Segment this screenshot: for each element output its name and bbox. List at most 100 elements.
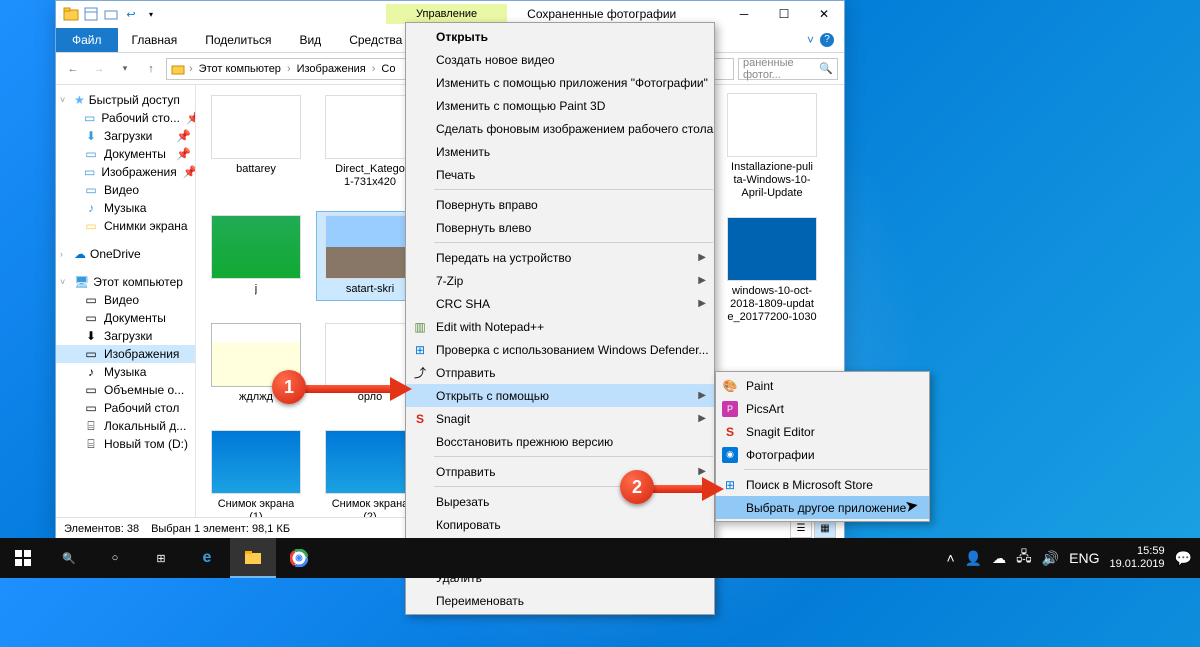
annotation-arrow-1 <box>305 385 393 393</box>
nav-desktop[interactable]: ▭Рабочий сто...📌 <box>56 109 195 127</box>
file-item[interactable]: Снимок экрана (1) <box>202 426 310 517</box>
nav-back-button[interactable]: ← <box>62 58 84 80</box>
explorer-button[interactable] <box>230 538 276 578</box>
nav-pc-documents[interactable]: ▭Документы <box>56 309 195 327</box>
nav-screenshots[interactable]: ▭Снимки экрана <box>56 217 195 235</box>
submenu-photos[interactable]: ◉Фотографии <box>716 443 929 466</box>
search-input[interactable]: раненные фотог... 🔍 <box>738 58 838 80</box>
status-count: Элементов: 38 <box>64 523 139 535</box>
menu-restore[interactable]: Восстановить прежнюю версию <box>406 430 714 453</box>
search-button[interactable]: 🔍 <box>46 538 92 578</box>
contextual-tab[interactable]: Управление <box>386 4 507 24</box>
menu-7zip[interactable]: 7-Zip▶ <box>406 269 714 292</box>
file-item[interactable]: windows-10-oct- 2018-1809-updat e_201772… <box>718 213 826 329</box>
window-title: Сохраненные фотографии <box>527 7 676 21</box>
file-item[interactable]: battarey <box>202 91 310 193</box>
tray-chevron-icon[interactable]: ˄ <box>946 550 954 566</box>
breadcrumb-pictures[interactable]: Изображения <box>295 63 368 75</box>
menu-copy[interactable]: Копировать <box>406 513 714 536</box>
menu-open-with[interactable]: Открыть с помощью▶ <box>406 384 714 407</box>
tray-clock[interactable]: 15:59 19.01.2019 <box>1110 545 1165 571</box>
nav-music[interactable]: ♪Музыка <box>56 199 195 217</box>
menu-notepad[interactable]: ▥Edit with Notepad++ <box>406 315 714 338</box>
notepad-icon: ▥ <box>412 319 428 335</box>
menu-new-video[interactable]: Создать новое видео <box>406 48 714 71</box>
menu-rename[interactable]: Переименовать <box>406 589 714 612</box>
ribbon-help-icon[interactable]: ? <box>820 33 834 47</box>
nav-pc-3dobjects[interactable]: ▭Объемные о... <box>56 381 195 399</box>
view-icons-button[interactable]: ▦ <box>814 520 836 538</box>
breadcrumb-thispc[interactable]: Этот компьютер <box>197 63 283 75</box>
nav-pc-pictures[interactable]: ▭Изображения <box>56 345 195 363</box>
nav-pictures[interactable]: ▭Изображения📌 <box>56 163 195 181</box>
nav-downloads[interactable]: ⬇Загрузки📌 <box>56 127 195 145</box>
menu-crc[interactable]: CRC SHA▶ <box>406 292 714 315</box>
submenu-picsart[interactable]: PPicsArt <box>716 397 929 420</box>
nav-pc-downloads[interactable]: ⬇Загрузки <box>56 327 195 345</box>
nav-forward-button[interactable]: → <box>88 58 110 80</box>
cortana-button[interactable]: ○ <box>92 538 138 578</box>
close-button[interactable]: ✕ <box>804 1 844 27</box>
qat-newfolder-icon[interactable] <box>102 5 120 23</box>
menu-set-wallpaper[interactable]: Сделать фоновым изображением рабочего ст… <box>406 117 714 140</box>
tray-network-icon[interactable]: 🖧 <box>1016 546 1032 570</box>
qat-dropdown-icon[interactable]: ▾ <box>142 5 160 23</box>
tray-volume-icon[interactable]: 🔊 <box>1042 550 1059 567</box>
nav-thispc[interactable]: ˅🖥Этот компьютер <box>56 273 195 291</box>
menu-share[interactable]: ⤴Отправить <box>406 361 714 384</box>
nav-pc-music[interactable]: ♪Музыка <box>56 363 195 381</box>
nav-pc-desktop[interactable]: ▭Рабочий стол <box>56 399 195 417</box>
maximize-button[interactable]: ☐ <box>764 1 804 27</box>
share-icon: ⤴ <box>412 365 428 381</box>
menu-edit-photos[interactable]: Изменить с помощью приложения "Фотографи… <box>406 71 714 94</box>
nav-recent-button[interactable]: ▾ <box>114 58 136 80</box>
edge-button[interactable]: e <box>184 538 230 578</box>
nav-pc-videos[interactable]: ▭Видео <box>56 291 195 309</box>
qat-properties-icon[interactable] <box>82 5 100 23</box>
nav-pc-localdisk[interactable]: ⌸Локальный д... <box>56 417 195 435</box>
nav-videos[interactable]: ▭Видео <box>56 181 195 199</box>
file-item[interactable]: Installazione-puli ta-Windows-10- April-… <box>718 89 826 205</box>
start-button[interactable] <box>0 538 46 578</box>
tray-people-icon[interactable]: 👤 <box>965 550 982 567</box>
ribbon-file[interactable]: Файл <box>56 28 118 52</box>
nav-onedrive[interactable]: ›☁OneDrive <box>56 245 195 263</box>
submenu-choose-app[interactable]: Выбрать другое приложение <box>716 496 929 519</box>
nav-quick-access[interactable]: ˅★Быстрый доступ <box>56 91 195 109</box>
menu-print[interactable]: Печать <box>406 163 714 186</box>
menu-defender[interactable]: ⊞Проверка с использованием Windows Defen… <box>406 338 714 361</box>
tray-onedrive-icon[interactable]: ☁ <box>992 550 1006 567</box>
menu-cut[interactable]: Вырезать <box>406 490 714 513</box>
submenu-paint[interactable]: 🎨Paint <box>716 374 929 397</box>
menu-edit[interactable]: Изменить <box>406 140 714 163</box>
menu-cast[interactable]: Передать на устройство▶ <box>406 246 714 269</box>
view-details-button[interactable]: ☰ <box>790 520 812 538</box>
menu-edit-paint3d[interactable]: Изменить с помощью Paint 3D <box>406 94 714 117</box>
nav-documents[interactable]: ▭Документы📌 <box>56 145 195 163</box>
nav-pc-newvolume[interactable]: ⌸Новый том (D:) <box>56 435 195 453</box>
file-item[interactable]: j <box>202 211 310 300</box>
menu-open[interactable]: Открыть <box>406 25 714 48</box>
qat-undo-icon[interactable]: ↩ <box>122 5 140 23</box>
chrome-button[interactable] <box>276 538 322 578</box>
menu-send-to[interactable]: Отправить▶ <box>406 460 714 483</box>
ribbon-expand-icon[interactable]: ˅ <box>807 33 814 47</box>
breadcrumb-folder[interactable]: Со <box>379 63 397 75</box>
nav-up-button[interactable]: ↑ <box>140 58 162 80</box>
annotation-arrowhead-2 <box>702 477 724 501</box>
menu-snagit[interactable]: SSnagit▶ <box>406 407 714 430</box>
ribbon-home[interactable]: Главная <box>118 28 192 52</box>
submenu-store[interactable]: ⊞Поиск в Microsoft Store <box>716 473 929 496</box>
task-view-button[interactable]: ⊞ <box>138 538 184 578</box>
store-icon: ⊞ <box>722 477 738 493</box>
menu-rotate-left[interactable]: Повернуть влево <box>406 216 714 239</box>
ribbon-share[interactable]: Поделиться <box>191 28 285 52</box>
annotation-arrowhead-1 <box>390 377 412 401</box>
ribbon-view[interactable]: Вид <box>285 28 335 52</box>
menu-rotate-right[interactable]: Повернуть вправо <box>406 193 714 216</box>
tray-language[interactable]: ENG <box>1069 550 1099 566</box>
minimize-button[interactable]: ─ <box>724 1 764 27</box>
submenu-snagit-editor[interactable]: SSnagit Editor <box>716 420 929 443</box>
defender-icon: ⊞ <box>412 342 428 358</box>
tray-notifications-icon[interactable]: 💬 <box>1175 550 1192 567</box>
